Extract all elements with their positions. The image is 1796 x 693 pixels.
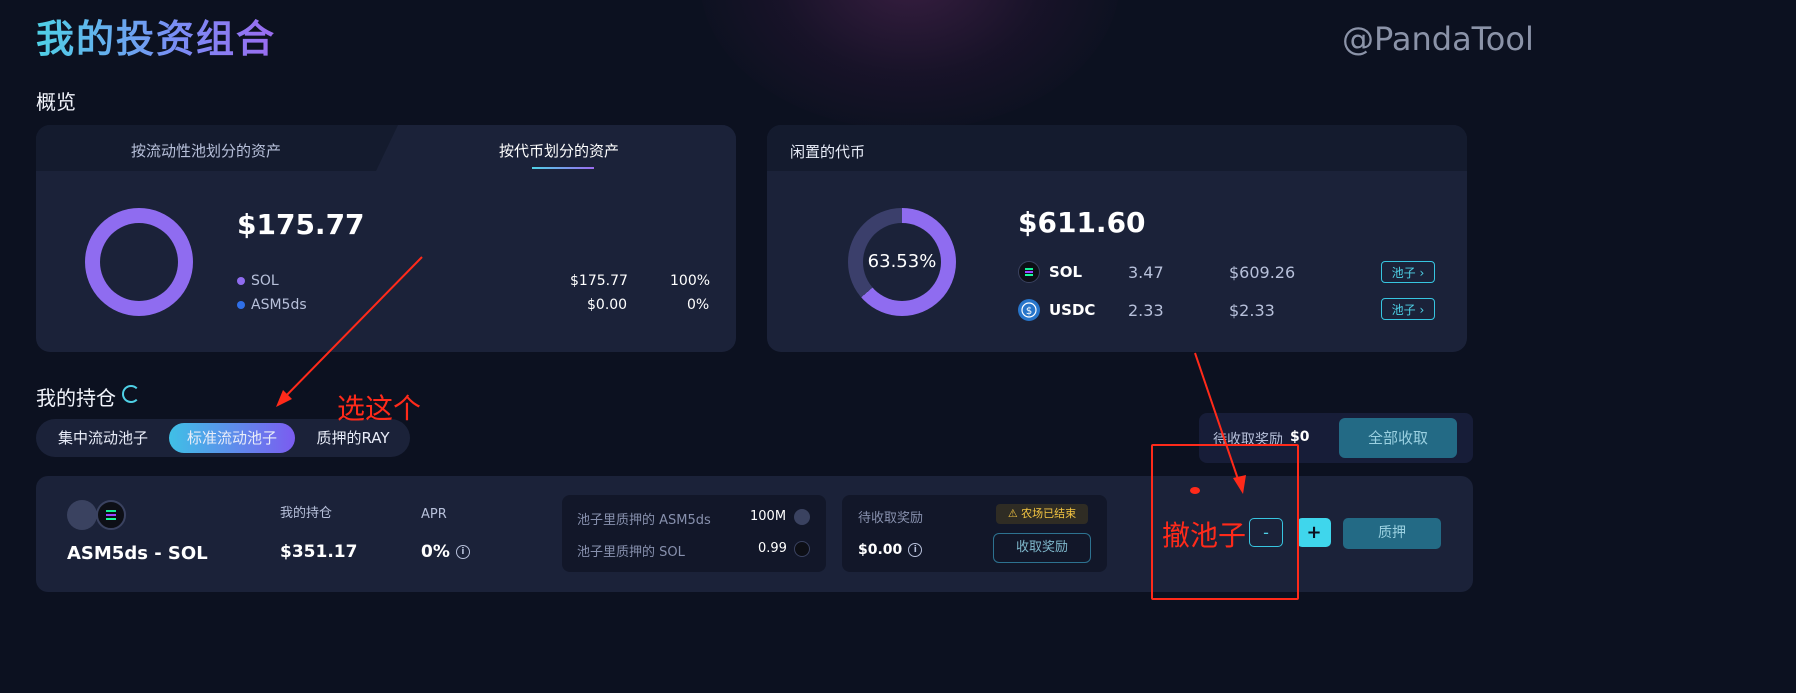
annotation-withdraw-hint: 撤池子 <box>1162 519 1247 552</box>
annotation-select-hint: 选这个 <box>337 392 422 425</box>
annotation-arrows <box>276 256 1246 494</box>
annotation-dot <box>1190 487 1200 494</box>
arrow-to-standard-pool <box>279 256 423 403</box>
